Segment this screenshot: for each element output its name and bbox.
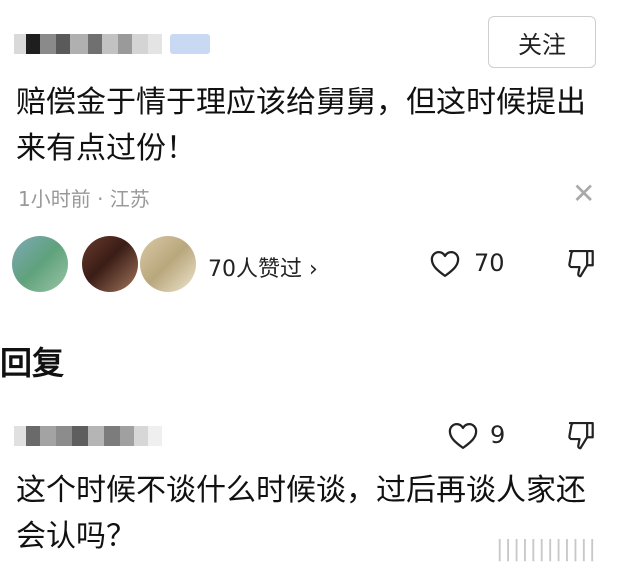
- comment-meta: 1小时前 · 江苏: [18, 187, 150, 211]
- reply-username-blurred[interactable]: [14, 424, 162, 448]
- like-count: 70: [474, 249, 505, 277]
- likers-summary-link[interactable]: 70人赞过 ›: [208, 251, 318, 283]
- thumbs-down-icon[interactable]: [566, 420, 596, 452]
- comment-username-blurred[interactable]: [14, 32, 210, 56]
- comment-text: 赔偿金于情于理应该给舅舅，但这时候提出来有点过份！: [16, 85, 586, 166]
- liker-avatar-1[interactable]: [12, 236, 68, 292]
- thumbs-down-icon[interactable]: [566, 248, 596, 280]
- heart-outline-icon[interactable]: [430, 250, 460, 278]
- heart-outline-icon[interactable]: [448, 422, 478, 450]
- reply-like-count: 9: [490, 421, 506, 449]
- replies-heading: 回复: [0, 344, 65, 382]
- follow-button[interactable]: 关注: [488, 16, 596, 68]
- watermark: ||||||||||||: [496, 537, 597, 562]
- liker-avatar-3[interactable]: [140, 236, 196, 292]
- liker-avatar-2[interactable]: [82, 236, 138, 292]
- close-icon[interactable]: ✕: [572, 178, 595, 210]
